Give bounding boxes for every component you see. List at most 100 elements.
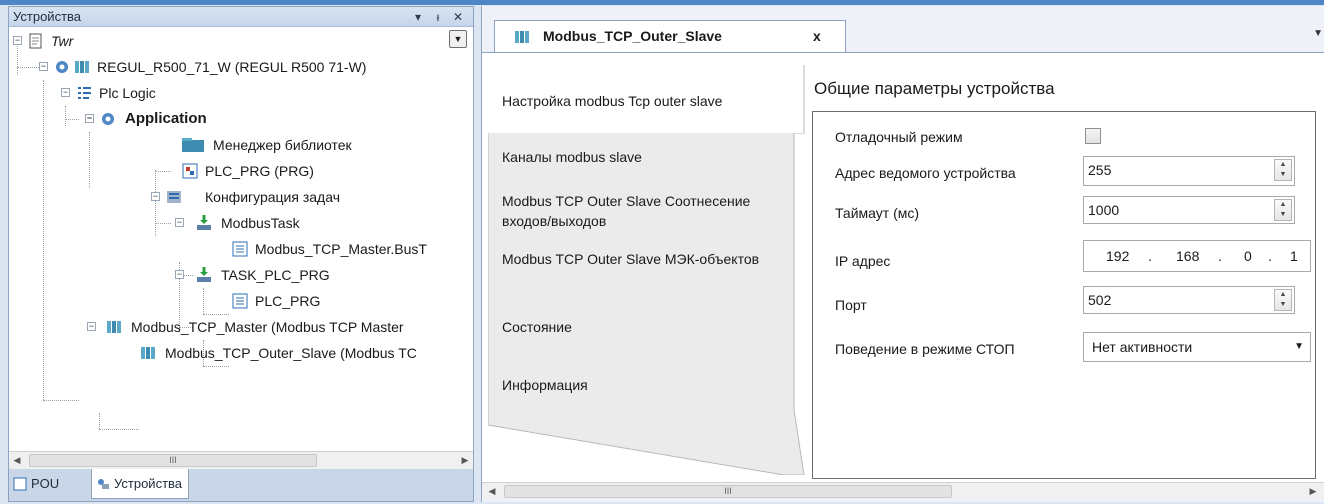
scroll-right-arrow-icon[interactable]: ▶ — [1305, 483, 1321, 500]
tree-horizontal-scrollbar[interactable]: ◀ III ▶ — [9, 451, 473, 469]
tab-pou[interactable]: POU — [9, 469, 65, 499]
tab-list-chevron-icon[interactable]: ▼ — [1313, 28, 1323, 39]
tab-title: Modbus_TCP_Outer_Slave — [543, 28, 722, 44]
modbus-device-icon — [107, 321, 121, 333]
tree-item-label: REGUL_R500_71_W (REGUL R500 71-W) — [97, 59, 367, 75]
pou-icon — [13, 477, 27, 491]
project-file-icon — [29, 33, 42, 49]
ip-octet-2[interactable]: 168 — [1176, 241, 1199, 271]
tree-item-label: TASK_PLC_PRG — [221, 267, 330, 283]
stop-behavior-value: Нет активности — [1092, 339, 1193, 355]
collapse-toggle[interactable]: − — [87, 322, 96, 331]
subtab-settings[interactable]: Настройка modbus Tcp outer slave — [488, 91, 798, 111]
collapse-toggle[interactable]: − — [61, 88, 70, 97]
tree-item-label: Application — [125, 110, 207, 127]
chevron-down-icon[interactable]: ▼ — [1294, 333, 1304, 361]
subtab-label: Каналы modbus slave — [502, 149, 642, 165]
task-config-icon — [167, 191, 181, 203]
program-icon — [182, 163, 198, 179]
pane-menu-chevron-icon[interactable]: ▾ — [409, 7, 427, 27]
spin-up-icon: ▲ — [1279, 291, 1287, 298]
subtab-information[interactable]: Информация — [488, 375, 798, 395]
subtab-iec-objects[interactable]: Modbus TCP Outer Slave МЭК-объектов — [488, 249, 774, 269]
devices-pane-header: Устройства ▾ ᵻ ✕ — [9, 7, 473, 27]
port-value: 502 — [1088, 292, 1112, 308]
slave-address-field[interactable]: 255 ▲ ▼ — [1083, 156, 1295, 186]
task-icon — [197, 267, 211, 282]
tree-item-label: Конфигурация задач — [205, 189, 340, 205]
devices-pane-title: Устройства — [13, 9, 82, 24]
stop-behavior-select[interactable]: Нет активности ▼ — [1083, 332, 1311, 362]
close-tab-icon[interactable]: x — [813, 21, 821, 51]
collapse-toggle[interactable]: − — [85, 114, 94, 123]
timeout-value: 1000 — [1088, 202, 1120, 218]
ip-octet-4[interactable]: 1 — [1290, 241, 1298, 271]
spin-down-icon: ▼ — [1279, 171, 1287, 178]
plc-logic-icon — [78, 87, 91, 99]
scroll-right-arrow-icon[interactable]: ▶ — [457, 452, 473, 469]
scroll-left-arrow-icon[interactable]: ◀ — [484, 483, 500, 500]
gear-icon — [56, 61, 68, 73]
spin-down-icon: ▼ — [1279, 211, 1287, 218]
scrollbar-thumb[interactable]: III — [504, 485, 952, 498]
ip-octet-1[interactable]: 192 — [1106, 241, 1129, 271]
call-icon — [232, 241, 248, 257]
tree-item-label: Plc Logic — [99, 85, 156, 101]
collapse-toggle[interactable]: − — [175, 218, 184, 227]
subtab-label: Modbus TCP Outer Slave МЭК-объектов — [502, 251, 760, 267]
slave-address-label: Адрес ведомого устройства — [835, 165, 1016, 181]
editor-pane: Modbus_TCP_Outer_Slave x ▼ Настройка mod… — [481, 6, 1324, 502]
port-spinner[interactable]: ▲ ▼ — [1274, 289, 1292, 311]
tree-item-label: Twr — [51, 33, 74, 49]
application-gear-icon — [102, 113, 114, 125]
device-tree: − Twr ▼ − REGUL_R500_71_W (REGUL R500 71… — [9, 28, 473, 450]
chevron-down-icon[interactable]: ▼ — [449, 30, 467, 48]
subtab-label: Информация — [502, 377, 588, 393]
modbus-device-icon — [515, 31, 529, 43]
devices-pane: Устройства ▾ ᵻ ✕ − Twr ▼ − REGUL_R500_71… — [8, 6, 474, 502]
collapse-toggle[interactable]: − — [39, 62, 48, 71]
tree-item-label: PLC_PRG (PRG) — [205, 163, 314, 179]
tree-item-label: ModbusTask — [221, 215, 300, 231]
tree-item-project[interactable]: − Twr — [9, 28, 473, 54]
task-icon — [197, 215, 211, 230]
pin-icon[interactable]: ᵻ — [429, 7, 447, 27]
tab-pou-label: POU — [31, 476, 60, 491]
window-top-accent — [0, 0, 1324, 5]
collapse-toggle[interactable]: − — [175, 270, 184, 279]
ip-address-label: IP адрес — [835, 253, 891, 269]
tree-item-label: PLC_PRG — [255, 293, 321, 309]
tab-devices[interactable]: Устройства — [91, 469, 190, 499]
slave-address-spinner[interactable]: ▲ ▼ — [1274, 159, 1292, 181]
modbus-device-icon — [141, 347, 155, 359]
port-field[interactable]: 502 ▲ ▼ — [1083, 286, 1295, 314]
debug-mode-checkbox[interactable] — [1085, 128, 1101, 144]
close-icon[interactable]: ✕ — [449, 7, 467, 27]
ip-address-field[interactable]: 192 . 168 . 0 . 1 — [1083, 240, 1311, 272]
subtabs-background — [488, 65, 805, 475]
timeout-field[interactable]: 1000 ▲ ▼ — [1083, 196, 1295, 224]
spin-up-icon: ▲ — [1279, 161, 1287, 168]
tree-item-label: Modbus_TCP_Master (Modbus TCP Master — [131, 319, 404, 335]
collapse-toggle[interactable]: − — [151, 192, 160, 201]
scrollbar-thumb[interactable]: III — [29, 454, 317, 467]
tab-modbus-outer-slave[interactable]: Modbus_TCP_Outer_Slave x — [494, 20, 846, 52]
timeout-spinner[interactable]: ▲ ▼ — [1274, 199, 1292, 221]
port-label: Порт — [835, 297, 867, 313]
subtab-io-mapping[interactable]: Modbus TCP Outer Slave Соотнесение входо… — [488, 191, 774, 231]
tree-item-label: Modbus_TCP_Outer_Slave (Modbus TC — [165, 345, 417, 361]
vertical-subtabs: Настройка modbus Tcp outer slave Каналы … — [488, 65, 805, 475]
subtab-label: Состояние — [502, 319, 572, 335]
tree-item-label: Менеджер библиотек — [213, 137, 352, 153]
slave-address-value: 255 — [1088, 162, 1112, 178]
ip-octet-3[interactable]: 0 — [1244, 241, 1252, 271]
scroll-left-arrow-icon[interactable]: ◀ — [9, 452, 25, 469]
spin-down-icon: ▼ — [1279, 301, 1287, 308]
tree-item-label: Modbus_TCP_Master.BusT — [255, 241, 427, 257]
subtab-channels[interactable]: Каналы modbus slave — [488, 147, 798, 167]
library-manager-icon — [182, 138, 204, 152]
editor-horizontal-scrollbar[interactable]: ◀ III ▶ — [482, 482, 1324, 500]
subtab-status[interactable]: Состояние — [488, 317, 798, 337]
collapse-toggle[interactable]: − — [13, 36, 22, 45]
plc-device-icon — [75, 61, 89, 73]
